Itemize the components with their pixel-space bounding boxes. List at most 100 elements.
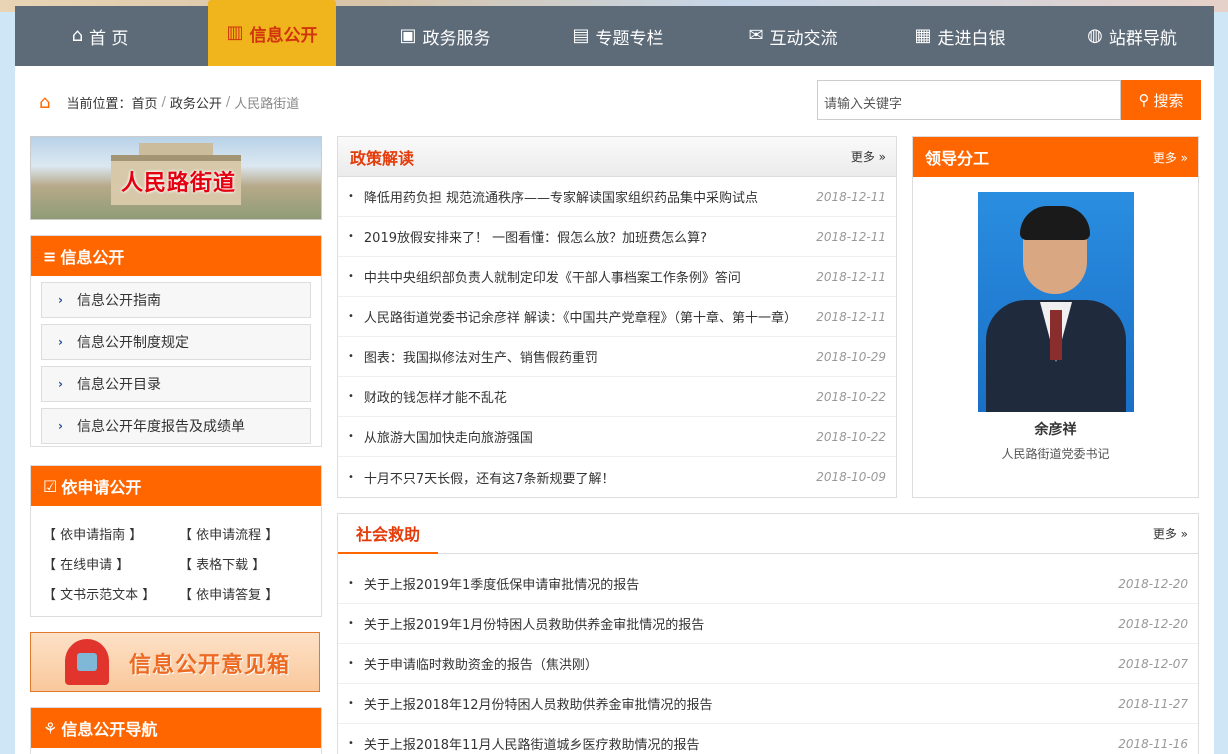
list-item[interactable]: • 从旅游大国加快走向旅游强国 2018-10-22	[338, 417, 896, 457]
social-more-link[interactable]: 更多 »	[1153, 525, 1188, 542]
breadcrumb-separator: /	[225, 95, 231, 110]
apply-guide-link[interactable]: 【 依申请指南 】	[43, 524, 142, 543]
search-icon: ⚲	[1138, 91, 1150, 109]
list-item[interactable]: • 关于上报2018年11月人民路街道城乡医疗救助情况的报告 2018-11-16	[338, 724, 1198, 754]
apply-reply-link[interactable]: 【 依申请答复 】	[179, 584, 278, 603]
item-date: 2018-12-11	[816, 309, 886, 324]
chevron-right-icon: ›	[58, 335, 63, 349]
search-button[interactable]: ⚲ 搜索	[1121, 80, 1201, 120]
info-open-title: 信息公开	[60, 248, 125, 267]
bar-chart-icon: ▥	[226, 22, 244, 43]
nav-home[interactable]: ⌂ 首 页	[45, 6, 155, 66]
nav-about-baiyin[interactable]: ▦ 走进白银	[895, 6, 1025, 66]
breadcrumb-separator: /	[161, 95, 166, 110]
info-open-catalog[interactable]: › 信息公开目录	[41, 366, 311, 402]
nav-label: 互动交流	[769, 28, 838, 49]
item-date: 2018-12-11	[816, 229, 886, 244]
list-item[interactable]: • 关于上报2018年12月份特困人员救助供养金审批情况的报告 2018-11-27	[338, 684, 1198, 724]
item-title: 关于上报2019年1季度低保申请审批情况的报告	[363, 578, 640, 593]
bullet: •	[348, 618, 354, 629]
nav-gov-service[interactable]: ▣ 政务服务	[380, 6, 510, 66]
nav-interaction[interactable]: ✉ 互动交流	[723, 6, 863, 66]
item-title: 从旅游大国加快走向旅游强国	[363, 431, 533, 446]
info-open-guide[interactable]: › 信息公开指南	[41, 282, 311, 318]
item-title: 财政的钱怎样才能不乱花	[363, 391, 507, 406]
bullet: •	[348, 698, 354, 709]
nav-site-group[interactable]: ◍ 站群导航	[1067, 6, 1197, 66]
leader-photo[interactable]	[978, 192, 1134, 412]
breadcrumb-home[interactable]: 首页	[131, 93, 157, 112]
home-icon[interactable]: ⌂	[39, 92, 50, 113]
item-date: 2018-12-07	[1118, 656, 1188, 671]
item-title: 关于申请临时救助资金的报告（焦洪刚）	[363, 658, 598, 673]
apply-open-title: 依申请公开	[61, 478, 142, 497]
item-title: 人民路街道党委书记余彦祥 解读：《中国共产党章程》（第十章、第十一章）	[363, 311, 798, 326]
banner-title: 人民路街道	[121, 171, 237, 196]
info-open-annual-report[interactable]: › 信息公开年度报告及成绩单	[41, 408, 311, 444]
item-title: 图表：我国拟修法对生产、销售假药重罚	[363, 351, 598, 366]
home-icon: ⌂	[71, 25, 84, 46]
breadcrumb-gov-open[interactable]: 政务公开	[170, 93, 222, 112]
bullet: •	[348, 738, 354, 749]
leader-header: 领导分工 更多 »	[913, 137, 1198, 177]
mailbox-icon-detail	[77, 653, 97, 671]
menu-item-label: 信息公开目录	[76, 377, 161, 393]
breadcrumb: ⌂ 当前位置： 首页 / 政务公开 / 人民路街道	[39, 92, 299, 113]
list-item[interactable]: • 2019放假安排来了！ 一图看懂：假怎么放？加班费怎么算? 2018-12-11	[338, 217, 896, 257]
item-date: 2018-10-22	[816, 389, 886, 404]
nav-label: 走进白银	[937, 28, 1006, 49]
main-nav: ⌂ 首 页 ▥ 信息公开 ▣ 政务服务 ▤ 专题专栏 ✉ 互动交流 ▦ 走进白银 ◍ 站群导航	[15, 0, 1214, 66]
list-item[interactable]: • 关于申请临时救助资金的报告（焦洪刚） 2018-12-07	[338, 644, 1198, 684]
document-template-link[interactable]: 【 文书示范文本 】	[43, 584, 155, 603]
leader-position: 人民路街道党委书记	[1001, 447, 1110, 461]
leader-name[interactable]: 余彦祥	[913, 419, 1198, 439]
list-item[interactable]: • 降低用药负担 规范流通秩序——专家解读国家组织药品集中采购试点 2018-12-…	[338, 177, 896, 217]
feedback-mailbox-banner[interactable]: 信息公开意见箱	[30, 632, 320, 692]
policy-title: 政策解读	[350, 148, 415, 168]
item-title: 2019放假安排来了！ 一图看懂：假怎么放？加班费怎么算?	[363, 231, 708, 246]
policy-more-link[interactable]: 更多 »	[851, 148, 886, 165]
chevron-right-icon: ›	[58, 377, 63, 391]
list-item[interactable]: • 中共中央组织部负责人就制定印发《干部人事档案工作条例》答问 2018-12-11	[338, 257, 896, 297]
list-item[interactable]: • 人民路街道党委书记余彦祥 解读：《中国共产党章程》（第十章、第十一章） 2018…	[338, 297, 896, 337]
list-item[interactable]: • 关于上报2019年1月份特困人员救助供养金审批情况的报告 2018-12-20	[338, 604, 1198, 644]
nav-special-topics[interactable]: ▤ 专题专栏	[553, 6, 683, 66]
policy-panel: 政策解读 更多 » • 降低用药负担 规范流通秩序——专家解读国家组织药品集中采购试…	[337, 136, 897, 498]
menu-item-label: 信息公开制度规定	[76, 335, 189, 351]
item-date: 2018-12-20	[1118, 576, 1188, 591]
apply-process-link[interactable]: 【 依申请流程 】	[179, 524, 278, 543]
chevron-right-icon: ›	[58, 419, 63, 433]
item-date: 2018-10-22	[816, 429, 886, 444]
form-download-link[interactable]: 【 表格下载 】	[179, 554, 265, 573]
item-date: 2018-10-09	[816, 470, 886, 484]
breadcrumb-prefix: 当前位置：	[66, 97, 132, 112]
item-date: 2018-12-11	[816, 189, 886, 204]
leader-more-link[interactable]: 更多 »	[1153, 149, 1188, 166]
item-title: 关于上报2019年1月份特困人员救助供养金审批情况的报告	[363, 618, 705, 633]
list-item[interactable]: • 十月不只7天长假，还有这7条新规要了解！ 2018-10-09	[338, 457, 896, 497]
online-apply-link[interactable]: 【 在线申请 】	[43, 554, 129, 573]
info-open-rules[interactable]: › 信息公开制度规定	[41, 324, 311, 360]
district-banner[interactable]: 人民路街道	[30, 136, 322, 220]
nav-label: 站群导航	[1108, 28, 1177, 49]
apply-open-panel: ☑ 依申请公开 【 依申请指南 】 【 依申请流程 】 【 在线申请 】 【 表格…	[30, 465, 322, 617]
tab-social-assistance[interactable]: 社会救助	[338, 514, 439, 554]
list-item[interactable]: • 关于上报2019年1季度低保申请审批情况的报告 2018-12-20	[338, 564, 1198, 604]
social-assistance-panel: 社会救助 更多 » • 关于上报2019年1季度低保申请审批情况的报告 2018-12…	[337, 513, 1199, 754]
photo-hair	[1020, 206, 1090, 240]
item-title: 十月不只7天长假，还有这7条新规要了解！	[363, 471, 615, 487]
nav-info-open[interactable]: ▥ 信息公开	[208, 0, 336, 66]
item-title: 关于上报2018年11月人民路街道城乡医疗救助情况的报告	[363, 738, 700, 753]
breadcrumb-current: 人民路街道	[234, 97, 300, 112]
list-item[interactable]: • 财政的钱怎样才能不乱花 2018-10-22	[338, 377, 896, 417]
bullet: •	[348, 578, 354, 589]
info-nav-header: ⚘ 信息公开导航	[31, 708, 321, 748]
nav-label: 政务服务	[422, 28, 491, 49]
mailbox-title: 信息公开意见箱	[129, 653, 291, 678]
info-nav-title: 信息公开导航	[61, 720, 158, 739]
briefcase-icon: ▣	[399, 25, 417, 46]
checklist-icon: ☑	[43, 476, 58, 496]
search-input[interactable]: 请输入关键字	[817, 80, 1121, 120]
apply-open-header: ☑ 依申请公开	[31, 466, 321, 506]
list-item[interactable]: • 图表：我国拟修法对生产、销售假药重罚 2018-10-29	[338, 337, 896, 377]
